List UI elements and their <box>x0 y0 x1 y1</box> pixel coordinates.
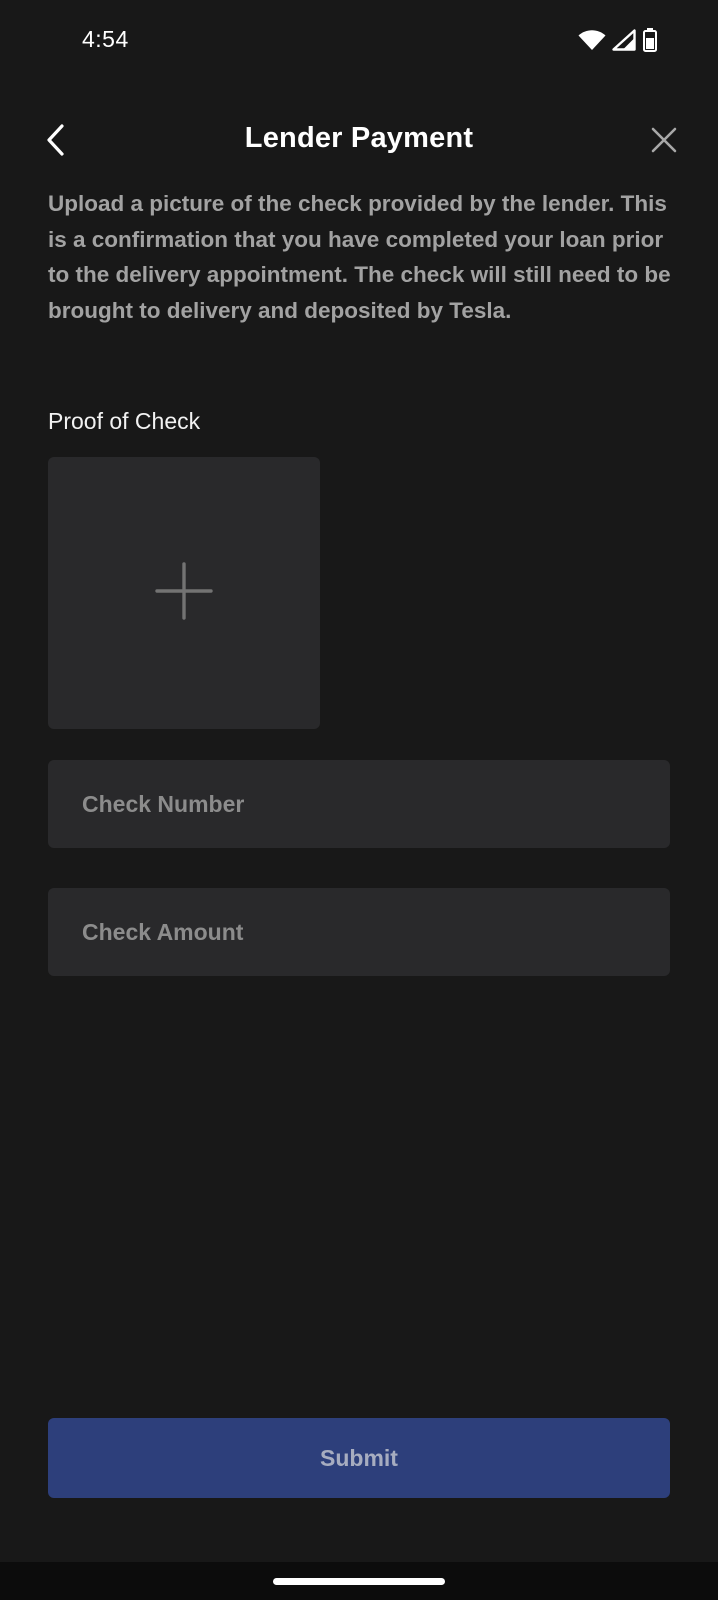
proof-of-check-label: Proof of Check <box>48 408 201 434</box>
check-number-field[interactable] <box>48 760 670 848</box>
check-amount-field[interactable] <box>48 888 670 976</box>
plus-icon <box>154 561 214 626</box>
submit-button[interactable]: Submit <box>48 1418 670 1498</box>
upload-check-photo-button[interactable] <box>48 457 320 729</box>
battery-icon <box>642 28 658 52</box>
status-time: 4:54 <box>82 26 129 52</box>
status-bar: 4:54 <box>0 0 718 82</box>
status-icons <box>578 27 658 53</box>
check-amount-input[interactable] <box>48 888 670 976</box>
navigation-bar <box>0 1562 718 1600</box>
lender-payment-screen: 4:54 Lender Payment Upload a picture of … <box>0 0 718 1600</box>
wifi-icon <box>578 29 606 51</box>
close-icon <box>651 127 677 158</box>
cellular-signal-icon <box>612 29 636 51</box>
description-text: Upload a picture of the check provided b… <box>48 191 671 323</box>
home-indicator[interactable] <box>273 1578 445 1585</box>
header: Lender Payment <box>0 110 718 174</box>
close-button[interactable] <box>646 124 682 160</box>
page-title: Lender Payment <box>244 122 474 154</box>
check-number-input[interactable] <box>48 760 670 848</box>
